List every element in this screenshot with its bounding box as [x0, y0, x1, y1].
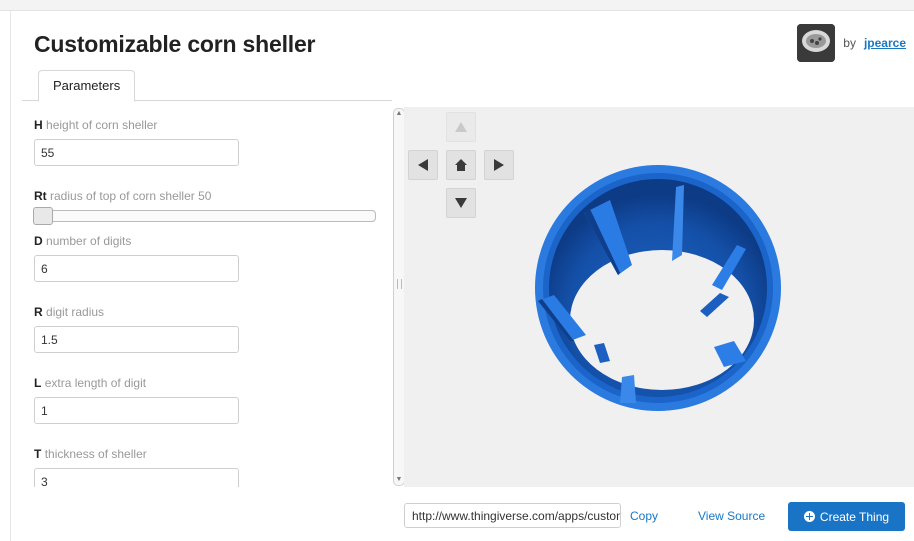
param-extra-length: L extra length of digit — [34, 376, 239, 424]
plus-circle-icon — [803, 511, 815, 522]
top-radius-slider[interactable] — [33, 207, 376, 225]
pan-up-button[interactable] — [446, 112, 476, 142]
avatar[interactable] — [797, 24, 836, 62]
arrow-left-icon — [418, 159, 428, 171]
extra-length-input[interactable] — [34, 397, 239, 424]
thickness-input[interactable] — [34, 468, 239, 487]
param-label: thickness of sheller — [44, 447, 147, 461]
pan-left-button[interactable] — [408, 150, 438, 180]
scroll-grip[interactable] — [397, 279, 402, 289]
model-viewer[interactable] — [404, 107, 914, 487]
digits-input[interactable] — [34, 255, 239, 282]
share-url-text: http://www.thingiverse.com/apps/customiz… — [412, 508, 620, 523]
param-label: digit radius — [46, 305, 105, 319]
arrow-down-icon — [455, 198, 467, 208]
scroll-up-icon[interactable]: ▲ — [394, 110, 404, 118]
corn-sheller-model[interactable] — [524, 165, 792, 411]
left-rule — [10, 10, 11, 541]
arrow-up-icon — [455, 122, 467, 132]
param-label: radius of top of corn sheller 50 — [50, 189, 212, 203]
param-label: height of corn sheller — [46, 118, 158, 132]
create-thing-label: Create Thing — [819, 509, 890, 524]
param-top-radius: Rt radius of top of corn sheller 50 — [33, 189, 376, 225]
home-view-button[interactable] — [446, 150, 476, 180]
param-key: D — [34, 234, 43, 248]
parameters-panel: H height of corn sheller Rt radius of to… — [22, 108, 392, 487]
author-by-label: by — [843, 36, 856, 50]
home-icon — [455, 159, 467, 171]
pan-down-button[interactable] — [446, 188, 476, 218]
param-height: H height of corn sheller — [34, 118, 239, 166]
pan-right-button[interactable] — [484, 150, 514, 180]
top-rule — [0, 0, 914, 11]
param-label: number of digits — [46, 234, 132, 248]
view-source-link[interactable]: View Source — [698, 509, 765, 523]
scroll-down-icon[interactable]: ▼ — [394, 476, 404, 484]
param-digits: D number of digits — [34, 234, 239, 282]
param-key: Rt — [34, 189, 47, 203]
arrow-right-icon — [494, 159, 504, 171]
tab-parameters[interactable]: Parameters — [38, 70, 136, 102]
slider-handle[interactable] — [33, 207, 53, 225]
param-thickness: T thickness of sheller — [34, 447, 239, 487]
create-thing-button[interactable]: Create Thing — [788, 502, 905, 531]
page-title: Customizable corn sheller — [34, 31, 316, 57]
param-digit-radius: R digit radius — [34, 305, 239, 353]
param-key: R — [34, 305, 43, 319]
param-key: T — [34, 447, 42, 461]
param-key: L — [34, 376, 42, 390]
digit-radius-input[interactable] — [34, 326, 239, 353]
param-key: H — [34, 118, 43, 132]
copy-link[interactable]: Copy — [630, 509, 658, 523]
param-label: extra length of digit — [44, 376, 147, 390]
share-url-field[interactable]: http://www.thingiverse.com/apps/customiz… — [404, 503, 621, 528]
author-link[interactable]: jpearce — [864, 36, 906, 50]
height-input[interactable] — [34, 139, 239, 166]
tab-bar: Parameters — [22, 70, 392, 102]
author-block: by jpearce — [797, 24, 906, 62]
